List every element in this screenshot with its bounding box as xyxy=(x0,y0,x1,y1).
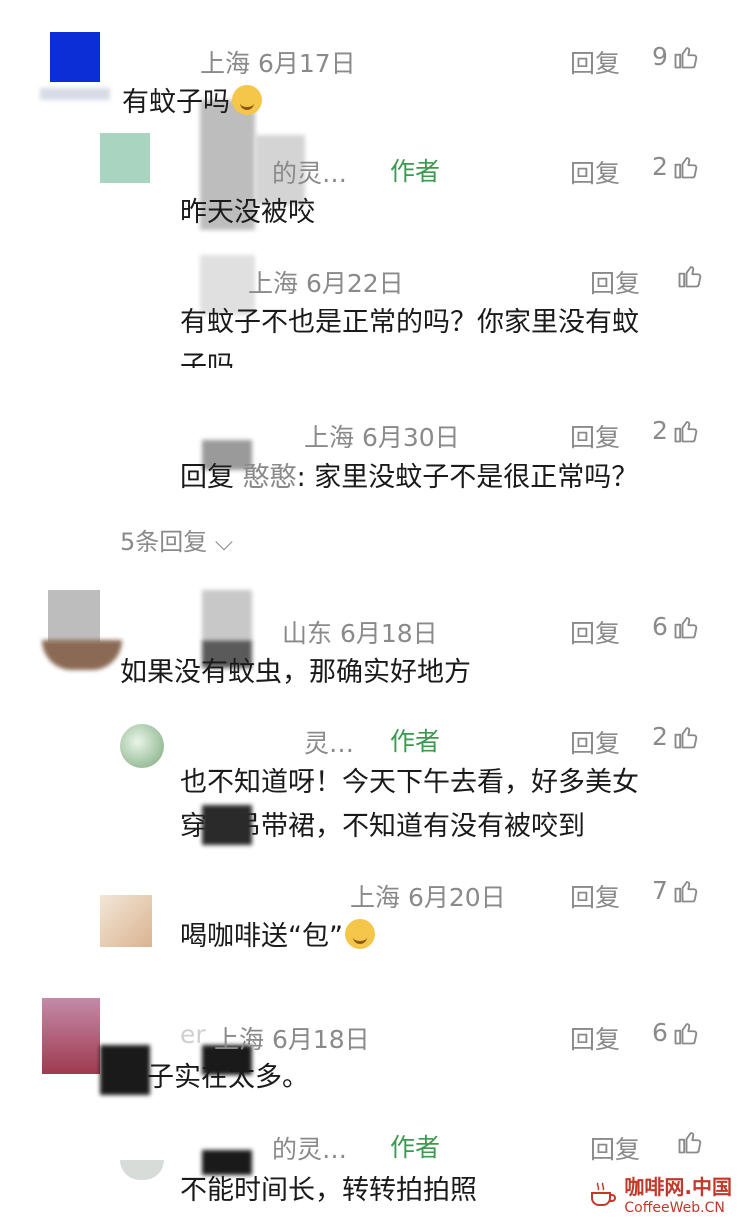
author-badge: 作者 xyxy=(390,727,441,756)
avatar[interactable] xyxy=(120,1160,164,1180)
comment-text: 也不知道呀！今天下午去看，好多美女 xyxy=(180,767,639,798)
author-badge: 作者 xyxy=(390,1133,441,1162)
username-blur xyxy=(202,590,252,640)
like-button[interactable]: 2 xyxy=(652,416,700,445)
avatar-shadow xyxy=(40,88,110,100)
like-button[interactable] xyxy=(676,1128,704,1156)
chevron-down-icon: ⌵ xyxy=(214,528,234,556)
comment-text: 子吗 xyxy=(180,351,234,368)
watermark: 咖啡网.中国 CoffeeWeb.CN xyxy=(588,1171,732,1216)
reply-button[interactable]: 回复 xyxy=(570,154,620,190)
thumbs-up-icon xyxy=(672,43,700,71)
like-button[interactable]: 6 xyxy=(652,1018,700,1047)
thumbs-up-icon xyxy=(676,262,704,290)
reply-button[interactable]: 回复 xyxy=(570,878,620,914)
thumbs-up-icon xyxy=(672,877,700,905)
comment-text: 有蚊子不也是正常的吗？你家里没有蚊 xyxy=(180,307,639,338)
thumbs-up-icon xyxy=(676,1128,704,1156)
username[interactable]: 的灵… xyxy=(272,1130,347,1166)
reply-prefix: 回复 xyxy=(180,462,234,493)
like-button[interactable]: 6 xyxy=(652,612,700,641)
laughing-crying-emoji-icon xyxy=(232,85,262,115)
like-button[interactable]: 2 xyxy=(652,152,700,181)
username[interactable]: 灵… xyxy=(304,724,354,760)
thumbs-up-icon xyxy=(672,723,700,751)
comment-meta: 上海 6月20日 xyxy=(350,883,506,912)
comment-text: 回复 憨憨: 家里没蚊子不是很正常吗？ xyxy=(180,462,639,493)
comment-meta: 上海 6月18日 xyxy=(214,1025,370,1054)
author-badge: 作者 xyxy=(390,157,441,186)
like-count: 9 xyxy=(652,42,668,71)
reply-button[interactable]: 回复 xyxy=(590,1130,640,1166)
like-count: 6 xyxy=(652,1018,668,1047)
avatar-blur xyxy=(42,640,122,670)
comment-meta: 上海 6月30日 xyxy=(304,423,460,452)
username[interactable]: 的灵… xyxy=(272,154,347,190)
thumbs-up-icon xyxy=(672,1019,700,1047)
username[interactable]: er xyxy=(180,1020,206,1049)
like-count: 2 xyxy=(652,152,668,181)
reply-button[interactable]: 回复 xyxy=(570,418,620,454)
avatar[interactable] xyxy=(120,724,164,768)
comment-meta: 上海 6月17日 xyxy=(200,49,356,78)
like-count: 6 xyxy=(652,612,668,641)
comment-text: 不能时间长，转转拍拍照 xyxy=(180,1175,477,1206)
avatar[interactable] xyxy=(42,998,100,1074)
like-button[interactable]: 9 xyxy=(652,42,700,71)
reply-button[interactable]: 回复 xyxy=(570,44,620,80)
mention[interactable]: 憨憨 xyxy=(243,462,297,493)
username-blur xyxy=(202,805,252,845)
avatar[interactable] xyxy=(50,32,100,82)
like-button[interactable] xyxy=(676,262,704,290)
avatar[interactable] xyxy=(100,895,152,947)
watermark-cn: 咖啡网.中国 xyxy=(624,1175,732,1199)
view-more-replies-button[interactable]: 5条回复 ⌵ xyxy=(120,522,233,557)
coffee-cup-icon xyxy=(591,1181,617,1206)
thumbs-up-icon xyxy=(672,153,700,181)
like-button[interactable]: 7 xyxy=(652,876,700,905)
thumbs-up-icon xyxy=(672,417,700,445)
comment-meta: 山东 6月18日 xyxy=(282,619,438,648)
watermark-en: CoffeeWeb.CN xyxy=(624,1200,725,1216)
comment-meta: 上海 6月22日 xyxy=(248,269,404,298)
like-button[interactable]: 2 xyxy=(652,722,700,751)
thinking-emoji-icon xyxy=(344,919,375,949)
thumbs-up-icon xyxy=(672,613,700,641)
like-count: 2 xyxy=(652,416,668,445)
comment-text: 昨天没被咬 xyxy=(180,197,315,228)
reply-button[interactable]: 回复 xyxy=(590,264,640,300)
comment-text: 如果没有蚊虫，那确实好地方 xyxy=(120,657,471,688)
like-count: 7 xyxy=(652,876,668,905)
like-count: 2 xyxy=(652,722,668,751)
reply-button[interactable]: 回复 xyxy=(570,614,620,650)
avatar[interactable] xyxy=(100,133,150,183)
comment-text: 有蚊子吗 xyxy=(122,80,262,125)
avatar[interactable] xyxy=(48,590,100,642)
comment-text: 喝咖啡送“包” xyxy=(180,914,375,959)
comment-text: 蚊子实在太多。 xyxy=(120,1062,309,1093)
reply-button[interactable]: 回复 xyxy=(570,1020,620,1056)
reply-button[interactable]: 回复 xyxy=(570,724,620,760)
